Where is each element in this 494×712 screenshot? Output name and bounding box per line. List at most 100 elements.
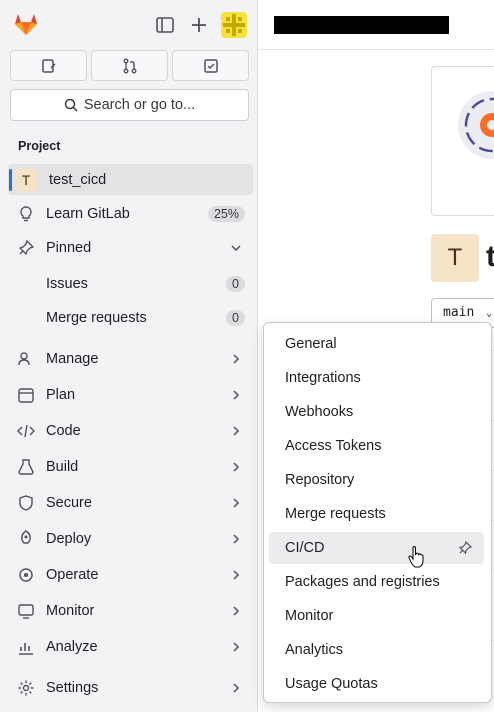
code-icon (17, 424, 35, 438)
manage-icon (18, 352, 30, 366)
menu-item-label: Usage Quotas (285, 676, 378, 692)
project-name: test_cicd (49, 171, 107, 188)
sidebar-item-pinned[interactable]: Pinned (0, 231, 258, 265)
menu-item-label: Access Tokens (285, 438, 382, 454)
settings-menu-item-general[interactable]: General (269, 328, 484, 360)
pinned-item-merge-requests[interactable]: Merge requests 0 (0, 301, 258, 335)
search-button[interactable]: Search or go to... (10, 89, 249, 121)
section-title: Project (18, 139, 61, 153)
settings-menu-item-monitor[interactable]: Monitor (269, 600, 484, 632)
sidebar-item-secure[interactable]: Secure (0, 486, 258, 520)
settings-flyout-menu: General Integrations Webhooks Access Tok… (263, 322, 492, 703)
menu-item-label: Repository (285, 472, 355, 488)
sidebar-item-label: Manage (46, 351, 99, 367)
chevron-right-icon (233, 426, 240, 436)
build-icon (18, 459, 34, 475)
sidebar-item-manage[interactable]: Manage (0, 342, 258, 376)
sidebar-item-learn-gitlab[interactable]: Learn GitLab 25% (0, 197, 258, 231)
pinned-item-issues[interactable]: Issues 0 (0, 267, 258, 301)
menu-item-label: Analytics (285, 642, 344, 658)
issues-shortcut-button[interactable] (10, 50, 87, 81)
lightbulb-icon (20, 206, 32, 222)
plan-icon (18, 388, 34, 403)
chevron-right-icon (233, 534, 240, 544)
merge-requests-shortcut-button[interactable] (91, 50, 168, 81)
chevron-right-icon (233, 642, 240, 652)
chevron-down-icon (231, 245, 241, 252)
project-title: t (486, 240, 494, 273)
sidebar-item-settings[interactable]: Settings (0, 671, 258, 705)
sidebar-item-operate[interactable]: Operate (0, 558, 258, 592)
project-avatar-large: T (431, 234, 479, 282)
sidebar-item-deploy[interactable]: Deploy (0, 522, 258, 556)
analyze-icon (19, 643, 33, 655)
menu-item-label: CI/CD (285, 540, 325, 556)
settings-menu-item-usage-quotas[interactable]: Usage Quotas (269, 668, 484, 700)
active-indicator (9, 168, 12, 191)
sidebar-item-build[interactable]: Build (0, 450, 258, 484)
settings-menu-item-analytics[interactable]: Analytics (269, 634, 484, 666)
chevron-right-icon (233, 462, 240, 472)
menu-item-label: General (285, 336, 337, 352)
settings-menu-item-webhooks[interactable]: Webhooks (269, 396, 484, 428)
sidebar-item-code[interactable]: Code (0, 414, 258, 448)
branch-name: main (443, 305, 475, 320)
sidebar-item-label: Pinned (46, 240, 92, 256)
settings-menu-item-repository[interactable]: Repository (269, 464, 484, 496)
todos-icon (203, 58, 218, 73)
sidebar-topbar (0, 0, 258, 50)
sidebar-item-label: Operate (46, 567, 99, 583)
chevron-right-icon (233, 390, 240, 400)
chevron-right-icon (233, 354, 240, 364)
sidebar-item-label: Secure (46, 495, 92, 511)
pin-icon (18, 239, 35, 256)
count-badge: 0 (226, 310, 245, 326)
plus-icon[interactable] (188, 14, 210, 36)
sidebar-item-label: Learn GitLab (46, 206, 130, 222)
pin-icon[interactable] (458, 541, 472, 555)
sidebar-item-label: Monitor (46, 603, 95, 619)
settings-menu-item-integrations[interactable]: Integrations (269, 362, 484, 394)
menu-item-label: Monitor (285, 608, 334, 624)
user-avatar-icon[interactable] (221, 12, 247, 38)
settings-menu-item-packages-registries[interactable]: Packages and registries (269, 566, 484, 598)
issues-icon (41, 58, 56, 73)
sidebar-item-analyze[interactable]: Analyze (0, 630, 258, 664)
merge-requests-icon (123, 58, 136, 73)
settings-menu-item-merge-requests[interactable]: Merge requests (269, 498, 484, 530)
sidebar-item-label: Settings (46, 680, 99, 696)
redacted-breadcrumb (274, 16, 449, 34)
hand-pointer-cursor-icon (408, 546, 424, 568)
sidebar-item-plan[interactable]: Plan (0, 378, 258, 412)
sidebar-item-label: Deploy (46, 531, 92, 547)
sidebar-item-label: Build (46, 459, 79, 475)
menu-item-label: Packages and registries (285, 574, 440, 590)
sidebar-item-project[interactable]: T test_cicd (8, 164, 253, 195)
chevron-down-icon: ⌄ (486, 308, 493, 319)
pinned-item-label: Merge requests (46, 310, 147, 326)
pinned-item-label: Issues (46, 276, 88, 292)
menu-item-label: Webhooks (285, 404, 354, 420)
chevron-right-icon (233, 683, 240, 693)
sidebar-toggle-icon[interactable] (154, 14, 176, 36)
chevron-right-icon (233, 606, 240, 616)
deploy-icon (21, 530, 31, 544)
chevron-right-icon (233, 570, 240, 580)
search-label: Search or go to... (83, 97, 196, 113)
settings-menu-item-access-tokens[interactable]: Access Tokens (269, 430, 484, 462)
chevron-right-icon (233, 498, 240, 508)
gear-illustration-icon (458, 91, 494, 159)
todos-shortcut-button[interactable] (172, 50, 249, 81)
sidebar-item-monitor[interactable]: Monitor (0, 594, 258, 628)
menu-item-label: Integrations (285, 370, 361, 386)
shortcut-buttons (10, 50, 249, 81)
menu-item-label: Merge requests (285, 506, 386, 522)
project-avatar: T (15, 168, 37, 191)
sidebar: Search or go to... Project T test_cicd L… (0, 0, 258, 712)
sidebar-item-label: Plan (46, 387, 76, 403)
gear-icon (18, 680, 34, 696)
count-badge: 0 (226, 276, 245, 292)
settings-menu-item-ci-cd[interactable]: CI/CD (269, 532, 484, 564)
promo-card (431, 66, 494, 216)
gitlab-tanuki-icon[interactable] (12, 10, 40, 38)
